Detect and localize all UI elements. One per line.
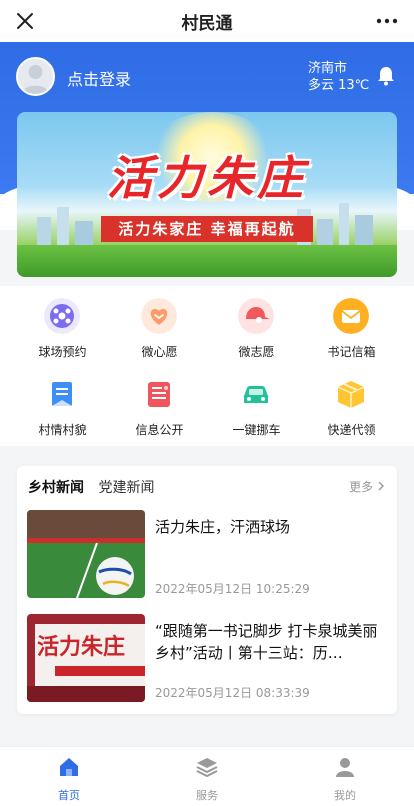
package-icon (337, 381, 365, 408)
news-item[interactable]: 活力朱庄，汗洒球场 2022年05月12日 10:25:29 (27, 510, 387, 600)
news-card: 乡村新闻 党建新闻 更多 活力朱庄，汗洒球场 2022年05月12日 10:25… (17, 466, 397, 714)
banner-grass (17, 245, 397, 277)
service-label: 球场预约 (38, 345, 87, 359)
title-bar: 村民通 (0, 0, 414, 42)
service-mini-wish[interactable]: 微心愿 (108, 290, 211, 360)
more-link[interactable]: 更多 (349, 478, 385, 495)
home-icon (60, 758, 78, 776)
service-label: 村情村貌 (38, 423, 87, 437)
thumb-text: 活力朱庄 (37, 634, 125, 660)
tab-mine[interactable]: 我的 (305, 755, 385, 803)
car-icon (244, 386, 268, 403)
weather-label: 多云 13℃ (308, 78, 370, 93)
news-title: “跟随第一书记脚步 打卡泉城美丽乡村”活动丨第十三站：历… (155, 622, 378, 662)
service-label: 一键挪车 (232, 423, 281, 437)
tab-home[interactable]: 首页 (29, 755, 109, 803)
soccer-icon (44, 298, 80, 334)
service-field-booking[interactable]: 球场预约 (11, 290, 114, 360)
news-time: 2022年05月12日 10:25:29 (155, 582, 310, 596)
tab-label: 服务 (196, 789, 218, 802)
chevron-right-icon (378, 481, 384, 491)
news-time: 2022年05月12日 08:33:39 (155, 686, 310, 700)
tab-party-news[interactable]: 党建新闻 (98, 480, 154, 496)
document-icon (148, 382, 170, 407)
service-move-car[interactable]: 一键挪车 (205, 368, 308, 438)
login-link[interactable]: 点击登录 (67, 66, 131, 90)
more-label: 更多 (349, 480, 374, 494)
user-avatar-icon (22, 65, 49, 94)
tab-label: 首页 (58, 789, 80, 802)
service-village-view[interactable]: 村情村貌 (11, 368, 114, 438)
tab-label: 我的 (334, 789, 356, 802)
promo-banner[interactable]: 活力朱庄 活力朱家庄 幸福再起航 (17, 112, 397, 277)
close-icon[interactable] (10, 6, 40, 36)
tab-village-news[interactable]: 乡村新闻 (28, 480, 84, 496)
user-icon (336, 758, 354, 777)
service-info-public[interactable]: 信息公开 (108, 368, 211, 438)
service-label: 书记信箱 (327, 345, 376, 359)
service-label: 信息公开 (135, 423, 184, 437)
service-grid: 球场预约 微心愿 微志愿 书记信箱 村情村貌 信息公开 一键挪车 快递代领 (0, 286, 414, 446)
avatar[interactable] (16, 57, 55, 96)
city-label: 济南市 (308, 61, 348, 76)
banner-slogan: 活力朱家庄 幸福再起航 (101, 216, 313, 242)
banner-brand: 活力朱庄 (107, 151, 307, 205)
service-label: 快递代领 (327, 423, 376, 437)
news-tabs: 乡村新闻 党建新闻 (28, 477, 154, 497)
weather-info: 济南市 多云 13℃ (308, 60, 369, 94)
service-secretary-mailbox[interactable]: 书记信箱 (300, 290, 403, 360)
service-mini-volunteer[interactable]: 微志愿 (205, 290, 308, 360)
service-label: 微心愿 (141, 345, 178, 359)
news-title: 活力朱庄，汗洒球场 (155, 518, 291, 536)
news-item[interactable]: 活力朱庄 “跟随第一书记脚步 打卡泉城美丽乡村”活动丨第十三站：历… 2022年… (27, 614, 387, 704)
more-icon[interactable] (372, 6, 402, 36)
bookmark-icon (52, 382, 72, 406)
cap-icon (238, 298, 274, 334)
bell-icon[interactable] (374, 64, 398, 88)
bottom-tab-bar: 首页 服务 我的 (0, 746, 414, 806)
layers-icon (196, 758, 218, 778)
service-label: 微志愿 (238, 345, 275, 359)
page-title: 村民通 (181, 13, 233, 34)
mail-icon (333, 298, 369, 334)
news-thumbnail: 活力朱庄 (27, 614, 145, 702)
service-package-pickup[interactable]: 快递代领 (300, 368, 403, 438)
tab-services[interactable]: 服务 (167, 755, 247, 803)
heart-icon (141, 298, 177, 334)
news-thumbnail (27, 510, 145, 598)
